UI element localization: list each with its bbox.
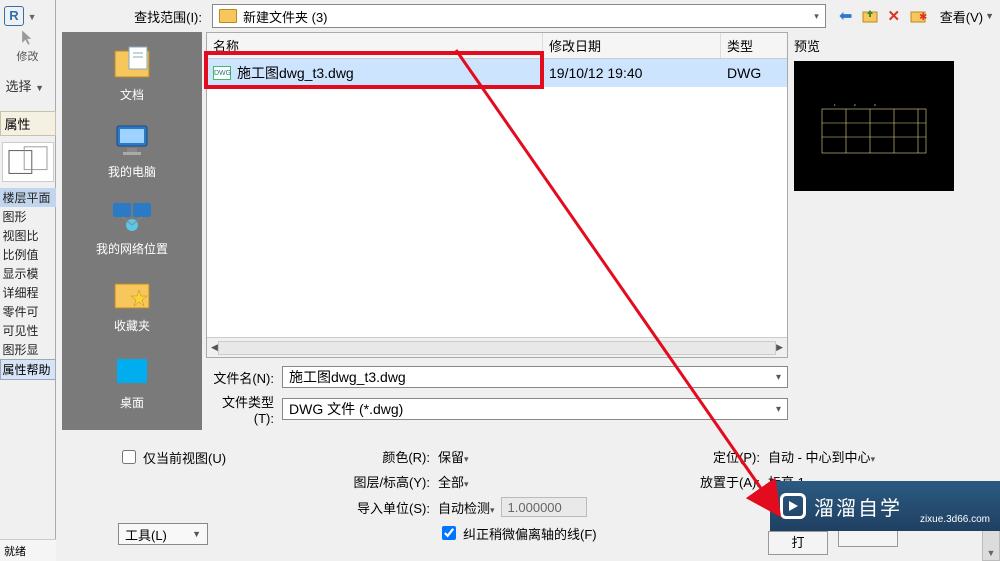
range-label: 查找范围(I): (62, 7, 212, 26)
file-type: DWG (721, 62, 767, 84)
property-row[interactable]: 可见性 (0, 321, 56, 340)
view-dropdown[interactable]: 查看(V) ▼ (940, 7, 994, 26)
place-label: 收藏夹 (114, 317, 150, 334)
folder-dropdown[interactable]: 新建文件夹 (3) ▾ (212, 4, 826, 28)
place-label: 文档 (120, 86, 144, 103)
property-help-link[interactable]: 属性帮助 (0, 359, 56, 380)
position-label: 定位(P): (658, 447, 768, 466)
folder-icon (219, 9, 237, 23)
places-pane[interactable]: 文档我的电脑我的网络位置收藏夹桌面 Metric Lib... (62, 32, 202, 430)
preview-label: 预览 (794, 36, 988, 55)
filetype-label: 文件类型(T): (206, 392, 282, 426)
play-icon (780, 493, 806, 519)
select-label-row[interactable]: 选择 ▼ (0, 76, 56, 95)
unit-scale-input: 1.000000 (501, 497, 587, 517)
col-name[interactable]: 名称 (207, 33, 543, 58)
lib-icon (108, 429, 156, 430)
place-label: 我的网络位置 (96, 240, 168, 257)
position-dropdown[interactable]: 自动 - 中心到中心▾ (768, 447, 968, 466)
file-name: 施工图dwg_t3.dwg (237, 63, 354, 83)
revit-icon: R (4, 6, 24, 26)
open-button[interactable]: 打 (768, 531, 828, 555)
properties-list[interactable]: 楼层平面图形视图比比例值显示模详细程零件可可见性图形显 (0, 188, 56, 359)
delete-button[interactable]: ✕ (884, 6, 904, 26)
property-row[interactable]: 图形 (0, 207, 56, 226)
watermark-banner: 溜溜自学 zixue.3d66.com (770, 481, 1000, 531)
only-current-view-checkbox[interactable]: 仅当前视图(U) (118, 447, 226, 467)
place-item-lib[interactable]: Metric Lib... (62, 429, 202, 430)
place-item-desktop[interactable]: 桌面 (62, 352, 202, 411)
preview-pane: 预览 123 (788, 32, 994, 430)
up-button[interactable] (860, 6, 880, 26)
layer-label: 图层/标高(Y): (258, 472, 438, 491)
place-label: 我的电脑 (108, 163, 156, 180)
place-item-pc[interactable]: 我的电脑 (62, 121, 202, 180)
col-type[interactable]: 类型 (721, 33, 761, 58)
chevron-down-icon: ▾ (814, 11, 819, 22)
color-label: 颜色(R): (258, 447, 438, 466)
docs-icon (108, 44, 156, 82)
preview-image: 123 (794, 61, 954, 191)
property-row[interactable]: 零件可 (0, 302, 56, 321)
left-panel: R ▼ 修改 选择 ▼ 属性 楼层平面图形视图比比例值显示模详细程零件可可见性图… (0, 0, 56, 561)
property-thumbnail[interactable] (2, 142, 54, 182)
file-list-header[interactable]: 名称 修改日期 类型 (207, 33, 787, 59)
col-date[interactable]: 修改日期 (543, 33, 721, 58)
modify-label: 修改 (17, 48, 39, 64)
dropdown-icon: ▼ (28, 12, 37, 22)
tools-dropdown[interactable]: 工具(L)▼ (118, 523, 208, 545)
status-ready: 就绪 (0, 539, 56, 561)
file-list-area[interactable]: 名称 修改日期 类型 DWG 施工图dwg_t3.dwg 19/10/12 19:4… (206, 32, 788, 358)
dwg-file-icon: DWG (213, 66, 231, 80)
color-dropdown[interactable]: 保留▾ (438, 447, 469, 466)
property-row[interactable]: 楼层平面 (0, 188, 56, 207)
place-item-docs[interactable]: 文档 (62, 44, 202, 103)
place-label: 放置于(A): (658, 472, 768, 491)
properties-header: 属性 (0, 111, 56, 136)
arrow-tool[interactable]: 修改 (8, 26, 48, 66)
file-date: 19/10/12 19:40 (543, 62, 721, 84)
place-item-network[interactable]: 我的网络位置 (62, 198, 202, 257)
back-button[interactable]: ⬅ (836, 6, 856, 26)
filetype-dropdown[interactable]: DWG 文件 (*.dwg)▾ (282, 398, 788, 420)
new-folder-button[interactable]: ✱ (908, 6, 928, 26)
unit-label: 导入单位(S): (258, 498, 438, 517)
place-label: 桌面 (120, 394, 144, 411)
filename-input[interactable]: 施工图dwg_t3.dwg▾ (282, 366, 788, 388)
place-item-fav[interactable]: 收藏夹 (62, 275, 202, 334)
network-icon (108, 198, 156, 236)
property-row[interactable]: 显示模 (0, 264, 56, 283)
fav-icon (108, 275, 156, 313)
file-row[interactable]: DWG施工图dwg_t3.dwg19/10/12 19:40DWG (207, 59, 787, 87)
property-row[interactable]: 图形显 (0, 340, 56, 359)
correct-axis-checkbox[interactable]: 纠正稍微偏离轴的线(F) (438, 523, 597, 543)
horizontal-scrollbar[interactable]: ◀▶ (207, 337, 787, 357)
filename-label: 文件名(N): (206, 368, 282, 387)
unit-dropdown[interactable]: 自动检测▾ (438, 498, 495, 517)
layer-dropdown[interactable]: 全部▾ (438, 472, 469, 491)
property-row[interactable]: 视图比 (0, 226, 56, 245)
property-row[interactable]: 比例值 (0, 245, 56, 264)
folder-name: 新建文件夹 (3) (243, 7, 328, 26)
property-row[interactable]: 详细程 (0, 283, 56, 302)
pc-icon (108, 121, 156, 159)
desktop-icon (108, 352, 156, 390)
svg-text:✱: ✱ (919, 12, 927, 23)
file-open-dialog: 查找范围(I): 新建文件夹 (3) ▾ ⬅ ✕ ✱ 查看(V) ▼ (56, 0, 1000, 561)
